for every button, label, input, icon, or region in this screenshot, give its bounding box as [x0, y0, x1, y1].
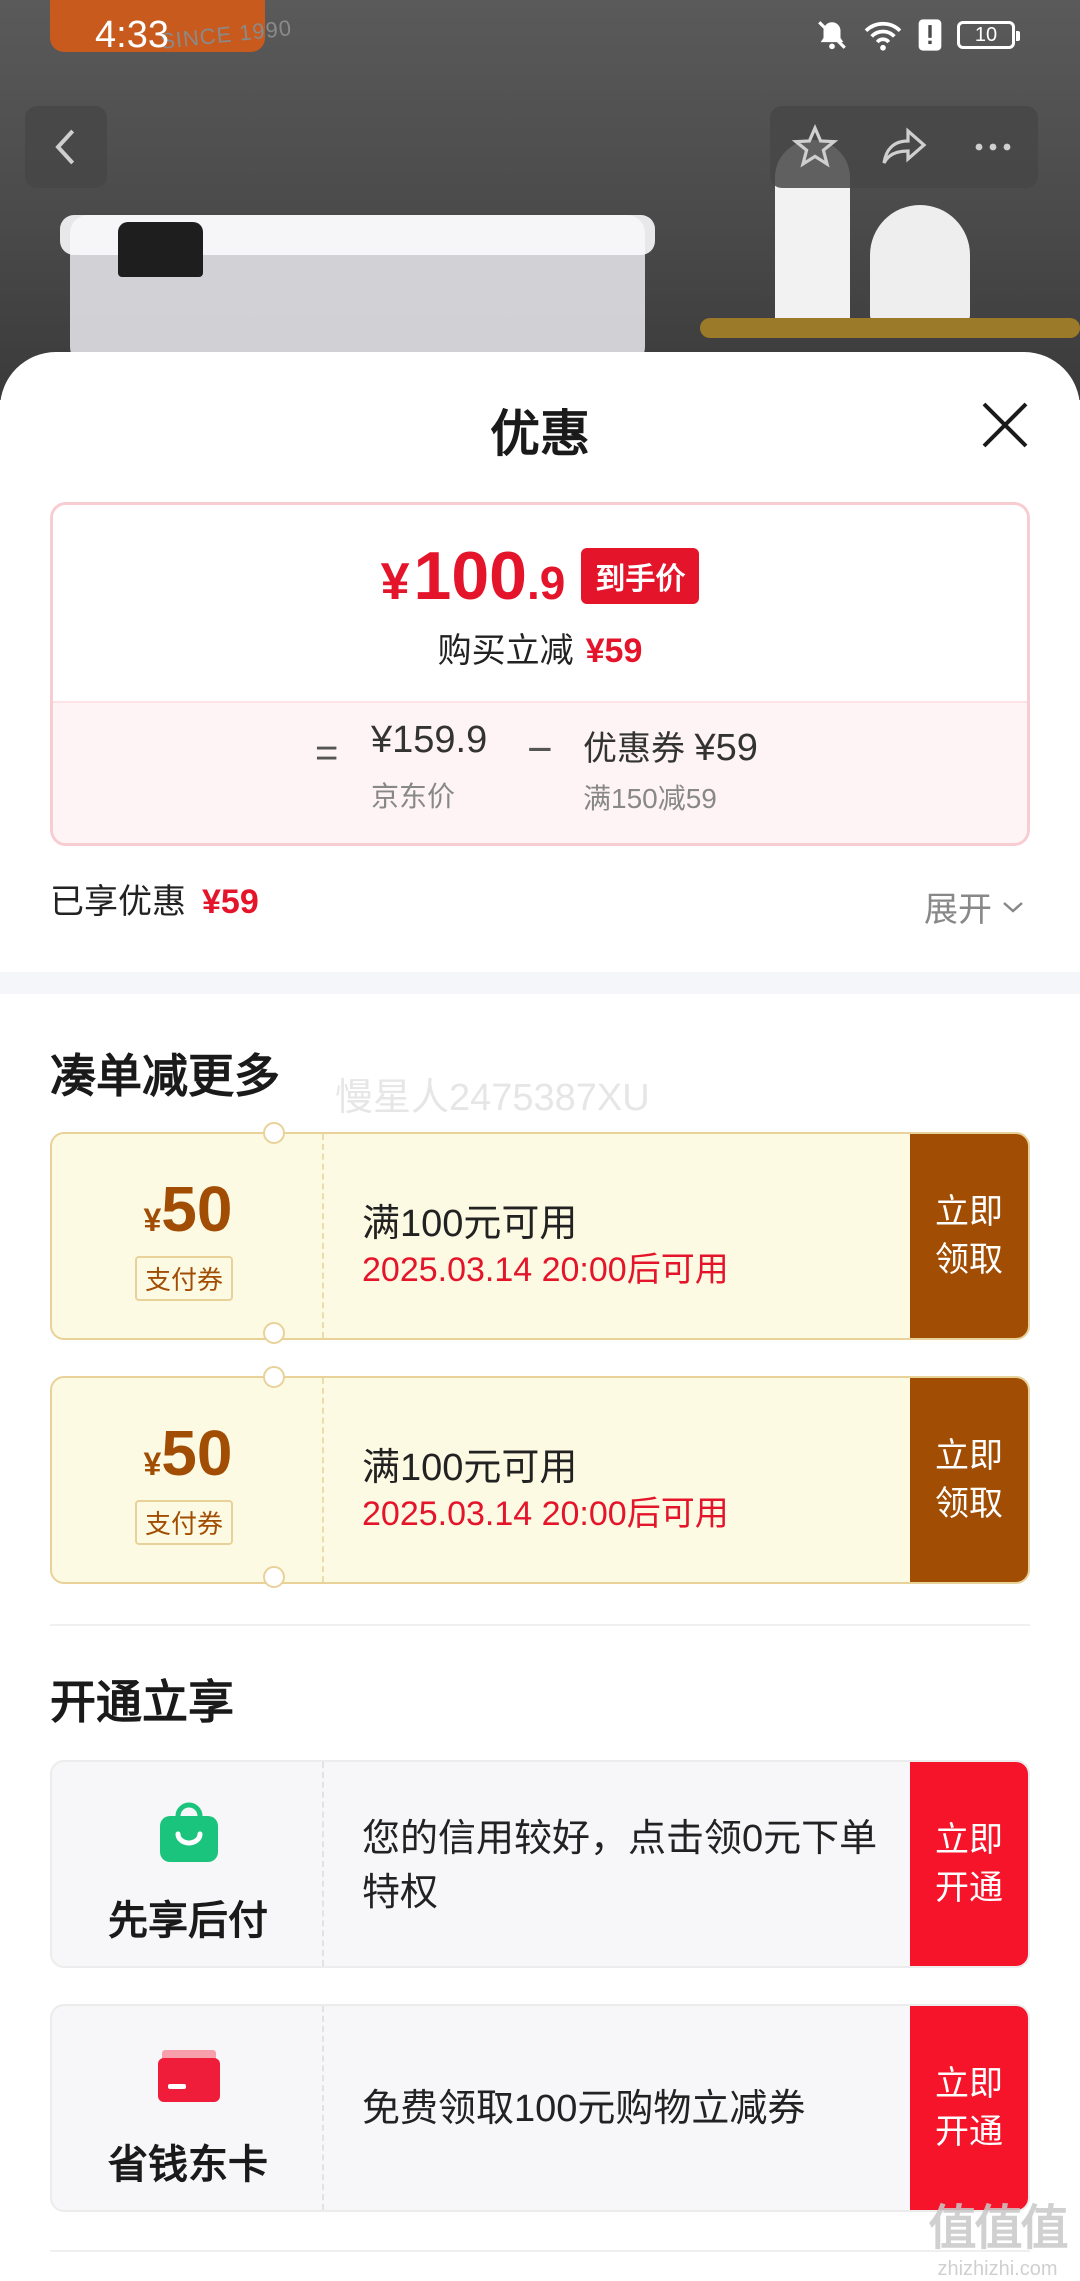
coupon-left: ¥50 支付券 — [52, 1378, 324, 1582]
card-icon — [158, 2050, 220, 2102]
product-box-handle — [118, 222, 203, 277]
table-decoration — [700, 318, 1080, 338]
coupon-notch — [263, 1122, 285, 1144]
coupon-type-badge: 支付券 — [135, 1256, 234, 1301]
expand-button[interactable]: 展开 — [924, 882, 1026, 931]
status-bar: 4:33 10 — [0, 0, 1080, 70]
claim-button-line2: 领取 — [935, 1485, 1003, 1523]
bundle-section-title: 凑单减更多 — [50, 1050, 280, 1102]
price-card-top: ¥ 100 .9 到手价 购买立减 ¥59 — [53, 505, 1027, 701]
coupon-type-badge: 支付券 — [135, 1500, 234, 1545]
section-divider — [0, 972, 1080, 994]
coupon-value: ¥59 — [694, 727, 758, 769]
share-icon[interactable] — [880, 123, 928, 171]
user-watermark: 慢星人2475387XU — [335, 1077, 650, 1119]
sheet-title: 优惠 — [490, 406, 590, 462]
jd-price-label: 京东价 — [371, 781, 456, 812]
bell-muted-icon — [818, 21, 846, 50]
benefit-card-saving-card: 省钱东卡 免费领取100元购物立减券 立即开通 — [50, 2004, 1030, 2212]
final-price: ¥ 100 .9 到手价 — [53, 537, 1027, 615]
coupon-amount: ¥50 — [52, 1172, 324, 1246]
price-card: ¥ 100 .9 到手价 购买立减 ¥59 = ¥159.9 京东价 − 优惠券 … — [50, 502, 1030, 846]
discount-sheet: 优惠 ¥ 100 .9 到手价 购买立减 ¥59 = ¥159.9 京东价 − 优… — [0, 352, 1080, 2280]
benefit-card-pay-later: 先享后付 您的信用较好，点击领0元下单特权 立即开通 — [50, 1760, 1030, 1968]
coupon-card: ¥50 支付券 满100元可用 2025.03.14 20:00后可用 立即领取 — [50, 1132, 1030, 1340]
benefit-left: 先享后付 — [52, 1762, 324, 1966]
open-section-title: 开通立享 — [50, 1676, 234, 1728]
chevron-down-icon — [1003, 901, 1023, 913]
site-watermark: 值值值 zhizhizhi.com — [920, 2188, 1075, 2281]
minus-sign: − — [527, 725, 553, 774]
activate-button-line2: 开通 — [935, 2113, 1003, 2151]
coupon-condition: 满100元可用 — [362, 1447, 578, 1489]
price-currency: ¥ — [380, 553, 410, 611]
coupon-date: 2025.03.14 20:00后可用 — [362, 1251, 729, 1289]
equals-sign: = — [315, 731, 339, 775]
coupon-currency: ¥ — [143, 1202, 162, 1238]
shopping-bag-icon — [160, 1802, 218, 1862]
coupon-deduction: 优惠券 ¥59 — [583, 721, 758, 770]
section-separator — [50, 1624, 1030, 1626]
benefit-description: 您的信用较好，点击领0元下单特权 — [362, 1818, 878, 1914]
star-icon[interactable] — [791, 123, 839, 171]
more-icon[interactable] — [969, 123, 1017, 171]
top-action-group — [770, 106, 1038, 188]
claim-button-line1: 立即 — [935, 1437, 1003, 1475]
activate-button-line2: 开通 — [935, 1869, 1003, 1907]
jd-price: ¥159.9 — [371, 719, 488, 761]
site-watermark-domain: zhizhizhi.com — [937, 2258, 1058, 2280]
coupon-condition: 满100元可用 — [362, 1203, 578, 1245]
claim-coupon-button[interactable]: 立即 领取 — [910, 1378, 1028, 1582]
back-button[interactable] — [25, 106, 107, 188]
enjoyed-label: 已享优惠 — [50, 883, 186, 921]
price-decimal: .9 — [527, 557, 566, 609]
status-time: 4:33 — [95, 14, 169, 56]
coupon-label: 优惠券 — [583, 730, 685, 768]
status-icons: 10 — [815, 18, 1020, 52]
site-watermark-logo: 值值值 — [928, 2202, 1068, 2255]
coupon-notch — [263, 1366, 285, 1388]
coupon-amount-value: 50 — [161, 1173, 233, 1245]
enjoyed-discount: 已享优惠 ¥59 — [50, 874, 259, 923]
coupon-amount-value: 50 — [161, 1417, 233, 1489]
chevron-left-icon — [55, 129, 75, 165]
reduce-label: 购买立减 — [437, 632, 574, 670]
price-integer: 100 — [413, 538, 527, 614]
activate-button[interactable]: 立即 开通 — [910, 2006, 1028, 2210]
activate-button-line1: 立即 — [935, 1821, 1003, 1859]
claim-button-line2: 领取 — [935, 1241, 1003, 1279]
final-price-tag: 到手价 — [581, 548, 700, 604]
sim-alert-icon — [918, 19, 942, 51]
wifi-icon — [864, 21, 902, 51]
battery-icon: 10 — [957, 21, 1020, 49]
price-breakdown: = ¥159.9 京东价 − 优惠券 ¥59 满150减59 — [53, 701, 1027, 843]
activate-button[interactable]: 立即 开通 — [910, 1762, 1028, 1966]
enjoyed-value: ¥59 — [202, 883, 259, 921]
benefit-description: 免费领取100元购物立减券 — [362, 2088, 806, 2130]
coupon-currency: ¥ — [143, 1446, 162, 1482]
coupon-rule: 满150减59 — [583, 783, 717, 814]
coupon-left: ¥50 支付券 — [52, 1134, 324, 1338]
deer-ornament-small — [870, 205, 970, 325]
benefit-name: 省钱东卡 — [108, 2143, 268, 2187]
coupon-notch — [263, 1566, 285, 1588]
purchase-reduce: 购买立减 ¥59 — [53, 623, 1027, 672]
benefit-name: 先享后付 — [108, 1899, 268, 1943]
coupon-card: ¥50 支付券 满100元可用 2025.03.14 20:00后可用 立即领取 — [50, 1376, 1030, 1584]
coupon-date: 2025.03.14 20:00后可用 — [362, 1495, 729, 1533]
section-separator — [50, 2250, 1030, 2252]
claim-button-line1: 立即 — [935, 1193, 1003, 1231]
claim-coupon-button[interactable]: 立即 领取 — [910, 1134, 1028, 1338]
coupon-amount: ¥50 — [52, 1416, 324, 1490]
reduce-value: ¥59 — [585, 632, 643, 670]
activate-button-line1: 立即 — [935, 2065, 1003, 2103]
coupon-notch — [263, 1322, 285, 1344]
expand-label: 展开 — [924, 891, 992, 929]
benefit-left: 省钱东卡 — [52, 2006, 324, 2210]
close-icon[interactable] — [980, 400, 1030, 450]
